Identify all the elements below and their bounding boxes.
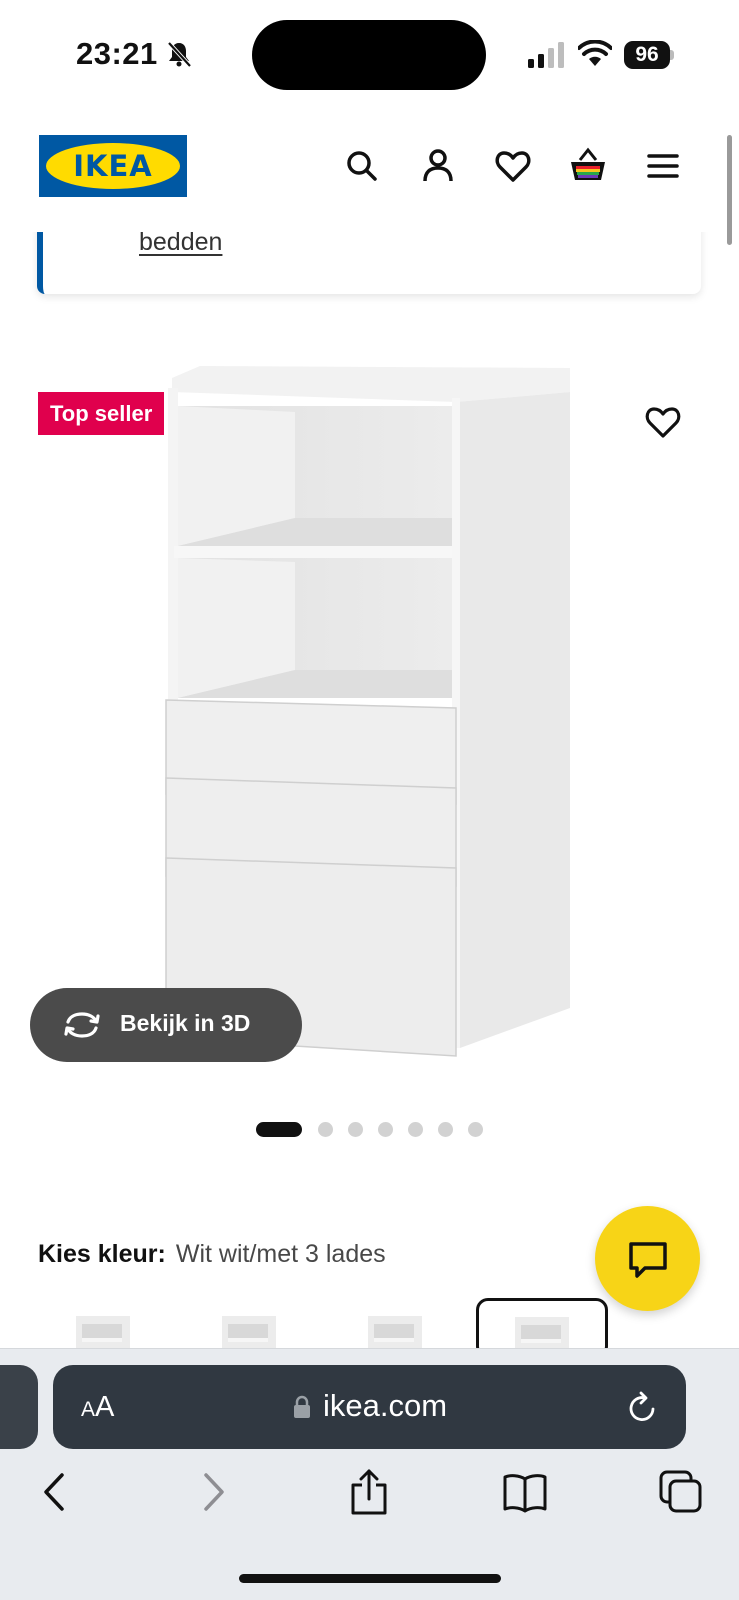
variant-thumbnail[interactable] — [220, 1312, 278, 1348]
rotate-3d-icon — [64, 1012, 100, 1038]
share-icon[interactable] — [346, 1469, 392, 1515]
view-in-3d-label: Bekijk in 3D — [120, 1010, 251, 1036]
site-header: IKEA — [0, 110, 739, 232]
bookmarks-icon[interactable] — [502, 1469, 548, 1515]
variant-thumbnail[interactable] — [74, 1312, 132, 1348]
cart-icon[interactable] — [568, 146, 608, 186]
product-image — [165, 366, 570, 1058]
search-icon[interactable] — [342, 146, 382, 186]
back-icon[interactable] — [32, 1469, 78, 1515]
status-time: 23:21 — [76, 36, 158, 71]
ikea-logo[interactable]: IKEA — [39, 135, 187, 197]
product-favorite-heart-icon[interactable] — [643, 402, 683, 442]
menu-icon[interactable] — [643, 146, 683, 186]
carousel-dot[interactable] — [438, 1122, 453, 1137]
reader-settings-button[interactable]: AA — [81, 1391, 114, 1424]
page-scrollbar[interactable] — [727, 135, 732, 245]
variant-thumbnail[interactable] — [366, 1312, 424, 1348]
chat-button[interactable] — [595, 1206, 700, 1311]
lock-icon — [294, 1395, 310, 1418]
color-value: Wit wit/met 3 lades — [175, 1240, 386, 1268]
color-label: Kies kleur: — [38, 1240, 166, 1268]
carousel-dot[interactable] — [408, 1122, 423, 1137]
home-indicator — [239, 1574, 501, 1583]
color-variant-thumbnails — [0, 1298, 739, 1348]
chat-bubble-icon — [629, 1242, 667, 1278]
url-text: ikea.com — [323, 1388, 448, 1423]
product-image-carousel[interactable]: Top seller Bekijk in 3D — [0, 300, 739, 1100]
status-bar: 23:21 96 — [0, 0, 739, 110]
carousel-dot[interactable] — [318, 1122, 333, 1137]
wifi-icon — [578, 40, 612, 66]
carousel-dot[interactable] — [348, 1122, 363, 1137]
forward-icon[interactable] — [190, 1469, 236, 1515]
top-seller-badge: Top seller — [38, 392, 165, 435]
color-selection: Kies kleur: Wit wit/met 3 lades — [38, 1240, 386, 1269]
view-in-3d-button[interactable]: Bekijk in 3D — [30, 988, 302, 1062]
reload-icon[interactable] — [627, 1391, 659, 1425]
cellular-signal-icon — [528, 42, 564, 68]
account-icon[interactable] — [418, 146, 458, 186]
battery-icon: 96 — [624, 41, 674, 69]
wishlist-heart-icon[interactable] — [493, 146, 533, 186]
address-bar[interactable]: AA ikea.com — [53, 1365, 686, 1449]
previous-tab-preview[interactable] — [0, 1365, 38, 1449]
logo-text: IKEA — [73, 149, 153, 183]
browser-toolbar: AA ikea.com — [0, 1348, 739, 1600]
carousel-dot[interactable] — [256, 1122, 302, 1137]
silent-bell-icon — [167, 41, 192, 68]
tabs-icon[interactable] — [658, 1469, 704, 1515]
selected-variant-thumbnail[interactable] — [476, 1298, 608, 1348]
beds-link[interactable]: bedden — [139, 228, 222, 257]
dynamic-island — [252, 20, 486, 90]
battery-level: 96 — [624, 41, 670, 69]
info-card: bedden — [37, 222, 701, 294]
variant-thumbnail — [515, 1317, 569, 1348]
carousel-dot[interactable] — [378, 1122, 393, 1137]
carousel-dot[interactable] — [468, 1122, 483, 1137]
